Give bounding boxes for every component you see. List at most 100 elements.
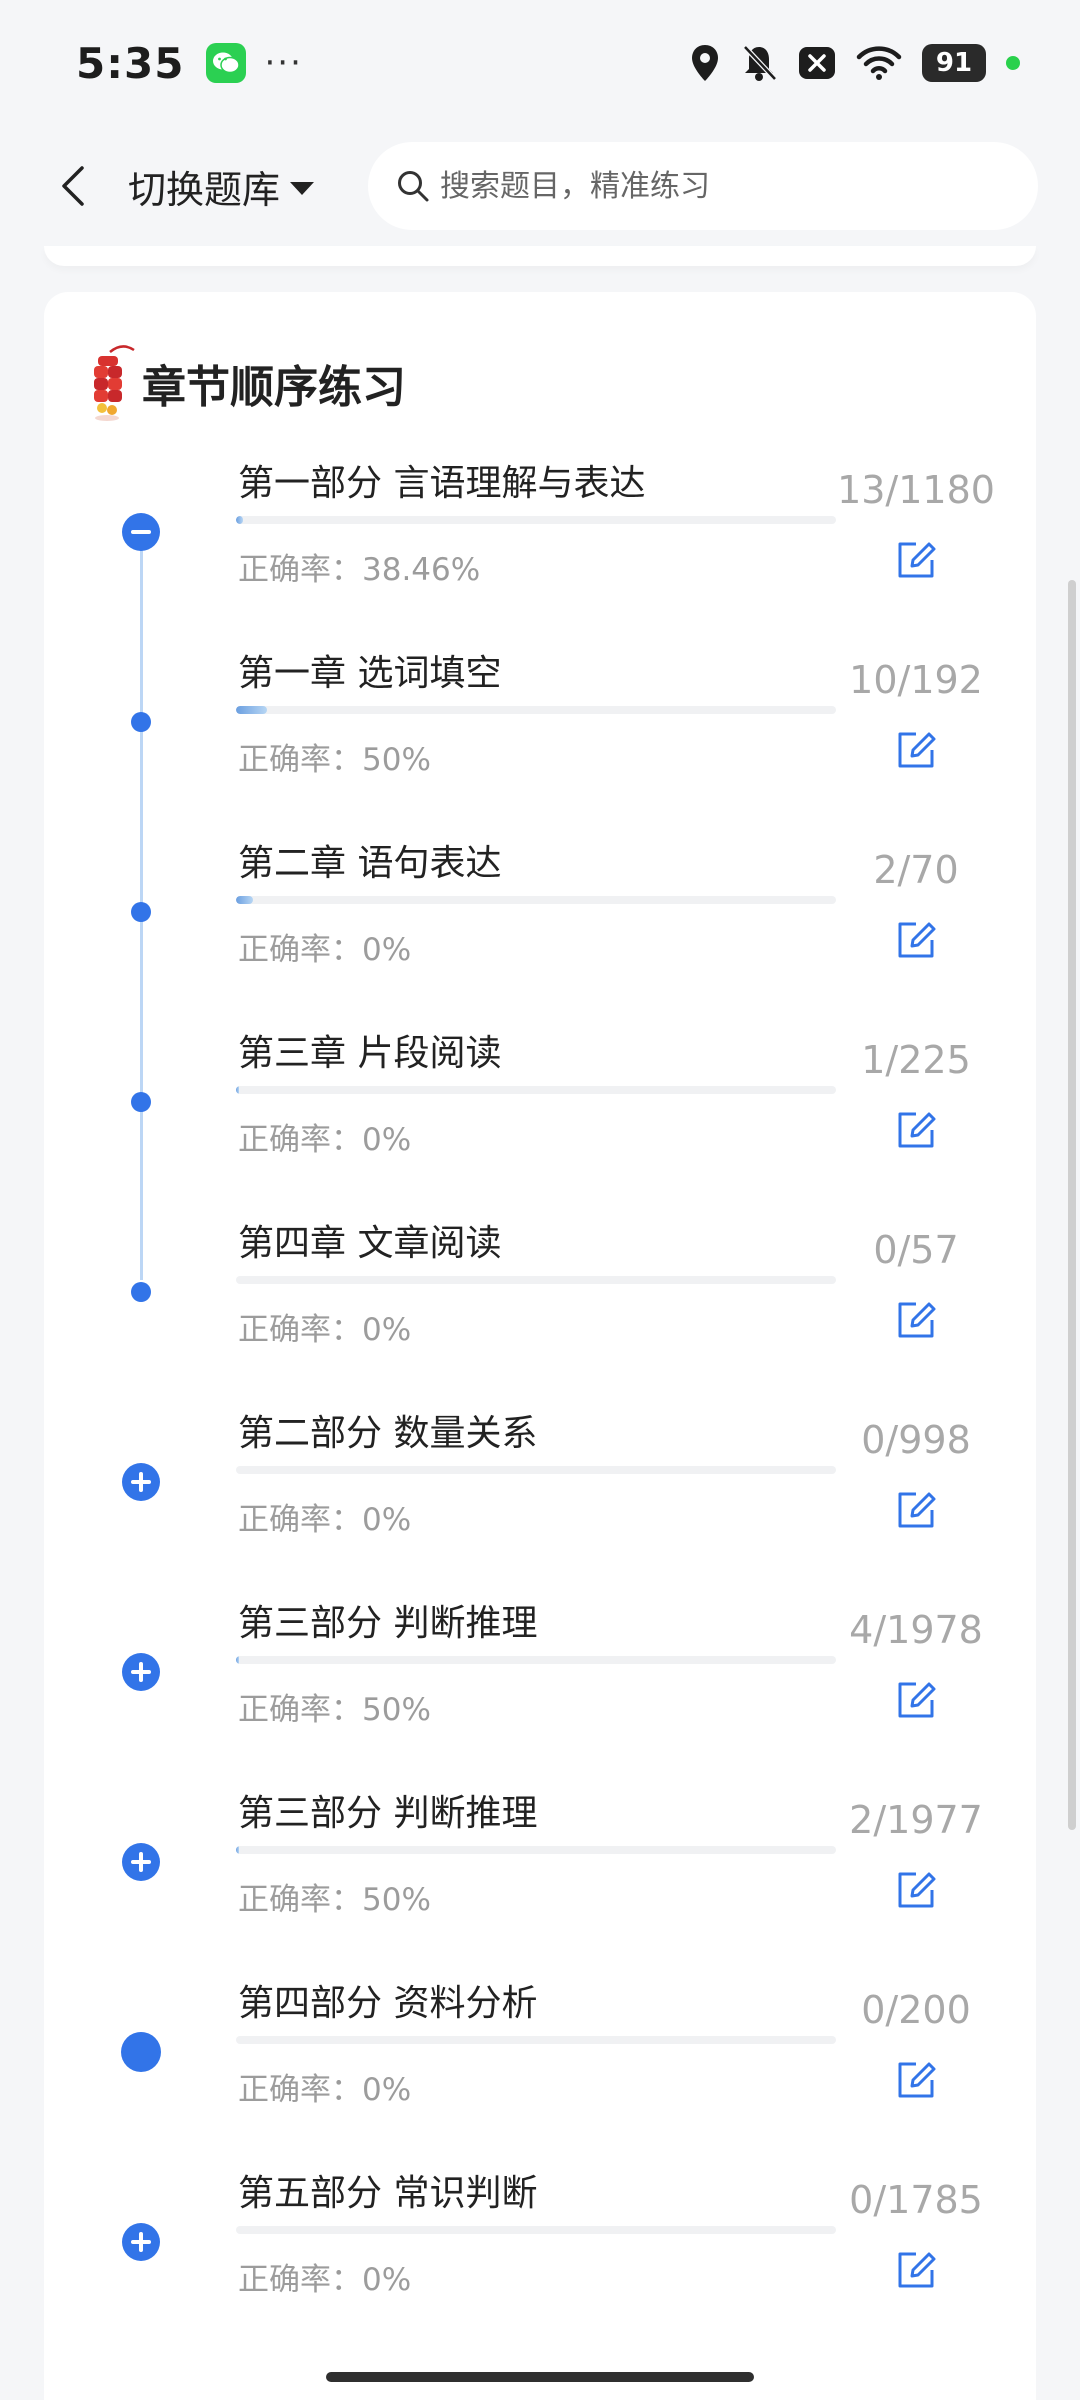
edit-icon [898,732,936,768]
progress-bar [236,1656,836,1664]
progress-bar [236,1466,836,1474]
question-count: 0/57 [873,1228,959,1272]
chapter-practice-card: 章节顺序练习 第一部分 言语理解与表达正确率：38.46% 13/1180 第一章 … [44,292,1036,2400]
accuracy-text: 正确率：50% [238,742,431,778]
practice-edit-button[interactable] [886,2240,946,2300]
chapter-title: 第一章 选词填空 [238,653,502,694]
practice-edit-button[interactable] [886,530,946,590]
edit-icon [898,922,936,958]
chapter-item[interactable]: 第一部分 言语理解与表达正确率：38.46% 13/1180 [44,454,1036,644]
close-box-icon [799,47,835,79]
top-bar: 切换题库 [0,126,1080,246]
accuracy-text: 正确率：38.46% [238,552,481,588]
edit-icon [898,2062,936,2098]
chapter-item[interactable]: 第二部分 数量关系正确率：0% 0/998 [44,1404,1036,1594]
home-indicator[interactable] [326,2372,754,2382]
edit-icon [898,1112,936,1148]
status-time: 5:35 [76,38,185,88]
question-count: 1/225 [861,1038,971,1082]
accuracy-text: 正确率：0% [238,932,412,968]
practice-edit-button[interactable] [886,910,946,970]
chapter-item[interactable]: 第四章 文章阅读 正确率：0% 0/57 [44,1214,1036,1404]
chevron-left-icon [62,166,84,206]
section-header: 章节顺序练习 [88,338,406,428]
more-notifications-icon: ··· [264,43,303,83]
chapter-item[interactable]: 第一章 选词填空正确率：50% 10/192 [44,644,1036,834]
question-count: 0/998 [861,1418,971,1462]
accuracy-text: 正确率：0% [238,2262,412,2298]
accuracy-text: 正确率：0% [238,2072,412,2108]
question-count: 0/200 [861,1988,971,2032]
edit-icon [898,1302,936,1338]
question-count: 10/192 [849,658,983,702]
practice-edit-button[interactable] [886,1670,946,1730]
accuracy-text: 正确率：50% [238,1882,431,1918]
chapter-title: 第二部分 数量关系 [238,1413,538,1454]
timeline-dot-icon [131,1282,151,1302]
location-icon [692,45,718,81]
progress-fill [236,1656,239,1664]
progress-fill [236,516,243,524]
chapter-title: 第三部分 判断推理 [238,1793,538,1834]
progress-bar [236,2036,836,2044]
accuracy-text: 正确率：0% [238,1122,412,1158]
search-icon [398,171,429,202]
status-bar: 5:35 ··· 91 [0,0,1080,126]
chapter-item[interactable]: 第三部分 判断推理正确率：50% 4/1978 [44,1594,1036,1784]
progress-fill [236,706,268,714]
expand-icon[interactable] [121,1842,161,1882]
scrollbar[interactable] [1068,580,1076,1830]
practice-edit-button[interactable] [886,2050,946,2110]
practice-edit-button[interactable] [886,1290,946,1350]
progress-fill [236,1846,239,1854]
search-bar[interactable] [368,142,1038,230]
edit-icon [898,2252,936,2288]
chapter-title: 第三章 片段阅读 [238,1033,502,1074]
node-dot-icon[interactable] [121,2032,161,2072]
progress-bar [236,706,836,714]
firecracker-icon [94,345,135,421]
chapter-item[interactable]: 第五部分 常识判断 正确率：0% 0/1785 [44,2164,1036,2354]
section-title: 章节顺序练习 [142,362,406,413]
chapter-title: 第四部分 资料分析 [238,1983,538,2024]
progress-fill [236,896,254,904]
accuracy-text: 正确率：50% [238,1692,431,1728]
question-count: 2/1977 [849,1798,983,1842]
battery-indicator: 91 [922,44,986,82]
chapter-title: 第二章 语句表达 [238,843,502,884]
practice-edit-button[interactable] [886,1860,946,1920]
edit-icon [898,1682,936,1718]
chapter-title: 第四章 文章阅读 [238,1223,502,1264]
progress-bar [236,1846,836,1854]
wechat-notification-icon [206,43,247,83]
expand-icon[interactable] [121,1462,161,1502]
chapter-item[interactable]: 第二章 语句表达 正确率：0% 2/70 [44,834,1036,1024]
search-input[interactable] [440,168,1000,204]
chapter-title: 第五部分 常识判断 [238,2173,538,2214]
progress-bar [236,1276,836,1284]
timeline-dot-icon [131,712,151,732]
back-button[interactable] [38,151,108,221]
collapse-icon[interactable] [121,512,161,552]
status-icons: 91 [690,43,1020,83]
edit-icon [898,1872,936,1908]
timeline-dot-icon [131,1092,151,1112]
accuracy-text: 正确率：0% [238,1502,412,1538]
practice-edit-button[interactable] [886,1100,946,1160]
practice-edit-button[interactable] [886,720,946,780]
expand-icon[interactable] [121,1652,161,1692]
chapter-item[interactable]: 第三章 片段阅读正确率：0% 1/225 [44,1024,1036,1214]
chapter-item[interactable]: 第四部分 资料分析正确率：0% 0/200 [44,1974,1036,2164]
question-count: 4/1978 [849,1608,983,1652]
edit-icon [898,542,936,578]
chapter-title: 第一部分 言语理解与表达 [238,463,646,504]
switch-question-bank-button[interactable]: 切换题库 [128,159,315,214]
question-count: 13/1180 [837,468,995,512]
practice-edit-button[interactable] [886,1480,946,1540]
privacy-indicator-dot [1006,56,1020,70]
chapter-title: 第三部分 判断推理 [238,1603,538,1644]
chapter-item[interactable]: 第三部分 判断推理正确率：50% 2/1977 [44,1784,1036,1974]
expand-icon[interactable] [121,2222,161,2262]
bell-muted-icon [743,45,777,81]
switch-question-bank-label: 切换题库 [128,167,281,212]
